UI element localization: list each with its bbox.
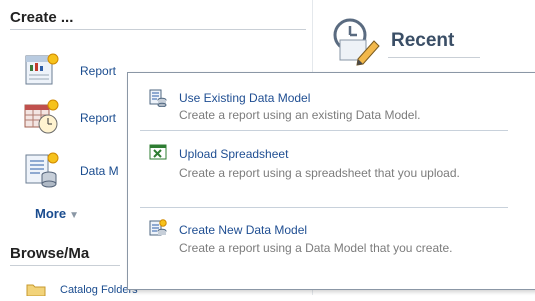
menu-separator	[140, 207, 508, 208]
menu-item-use-existing-data-model[interactable]: Use Existing Data Model Create a report …	[128, 85, 506, 129]
browse-title-underline	[10, 265, 120, 266]
menu-item-create-new-data-model[interactable]: Create New Data Model Create a report us…	[128, 213, 506, 283]
recent-section-title: Recent	[391, 30, 455, 51]
menu-separator	[140, 130, 508, 131]
browse-section-title: Browse/Ma	[10, 245, 90, 262]
create-data-model-item[interactable]: Data M	[24, 152, 134, 192]
create-data-model-label: Data M	[80, 164, 119, 178]
create-report-job-item[interactable]: Report	[24, 99, 134, 139]
clock-edit-icon	[330, 15, 382, 67]
menu-item-title: Create New Data Model	[179, 223, 308, 237]
menu-item-description: Create a report using a spreadsheet that…	[179, 166, 460, 180]
menu-item-title: Upload Spreadsheet	[179, 147, 289, 161]
folder-icon	[26, 282, 46, 297]
recent-title-underline	[388, 57, 480, 58]
menu-item-upload-spreadsheet[interactable]: Upload Spreadsheet Create a report using…	[128, 137, 506, 209]
create-report-label: Report	[80, 64, 117, 78]
menu-item-title: Use Existing Data Model	[179, 91, 311, 105]
menu-item-description: Create a report using a Data Model that …	[179, 241, 453, 255]
data-model-icon	[24, 152, 60, 188]
create-report-popup-menu: Use Existing Data Model Create a report …	[127, 72, 535, 290]
more-label: More	[35, 206, 67, 221]
create-section-title: Create ...	[10, 9, 74, 26]
chevron-down-icon: ▼	[69, 210, 79, 221]
catalog-folders-link[interactable]: Catalog Folders	[60, 284, 138, 296]
spreadsheet-icon	[149, 143, 167, 161]
report-job-icon	[24, 99, 60, 135]
new-data-model-icon	[149, 219, 167, 237]
data-model-icon	[149, 89, 167, 108]
more-button[interactable]: More ▼	[35, 206, 79, 221]
create-title-underline	[10, 29, 306, 30]
report-icon	[24, 52, 60, 88]
create-report-job-label: Report	[80, 111, 117, 125]
create-report-item[interactable]: Report	[24, 52, 134, 92]
menu-item-description: Create a report using an existing Data M…	[179, 108, 421, 122]
